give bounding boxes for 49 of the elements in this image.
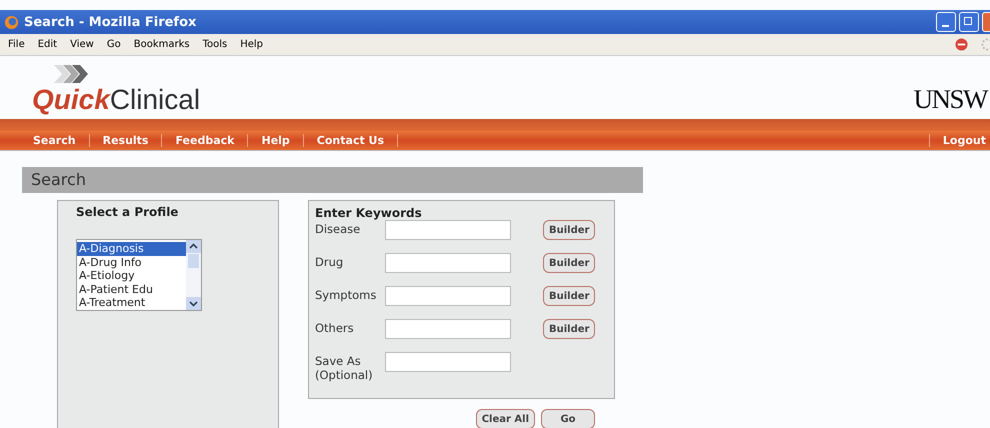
firefox-icon <box>4 14 19 30</box>
input-field[interactable] <box>385 253 511 273</box>
builder-button[interactable]: Builder <box>543 286 596 306</box>
input-field[interactable] <box>385 319 511 339</box>
input-field[interactable] <box>385 286 511 306</box>
menu-item[interactable]: Help <box>240 39 264 50</box>
unsw-logo: UNSW <box>914 84 987 115</box>
go-button[interactable]: Go <box>541 409 595 428</box>
builder-button[interactable]: Builder <box>543 220 596 240</box>
profile-listbox[interactable]: A-Diagnosis A-Drug Info A-Etiology A-Patient Edu A-Treatment <box>76 239 202 311</box>
nav-link[interactable]: Results <box>90 134 162 147</box>
field-label: Drug <box>315 254 344 269</box>
logout-link[interactable]: Logout <box>928 134 990 147</box>
menu-item[interactable]: Bookmarks <box>134 39 190 50</box>
nav-link[interactable]: Search <box>20 134 90 147</box>
restore-button[interactable] <box>959 12 979 32</box>
stop-icon[interactable] <box>955 38 968 51</box>
input-field[interactable] <box>385 352 511 372</box>
minimize-button[interactable] <box>936 12 956 32</box>
nav-link[interactable]: Feedback <box>162 134 248 147</box>
scroll-thumb[interactable] <box>188 254 199 268</box>
menu-item[interactable]: View <box>70 39 94 50</box>
input-field[interactable] <box>385 220 511 240</box>
quickclinical-logo: QuickClinical <box>32 85 200 115</box>
field-label: Disease <box>315 221 362 236</box>
builder-button[interactable]: Builder <box>543 319 596 339</box>
profile-option[interactable]: A-Diagnosis <box>77 242 186 256</box>
scroll-down-icon[interactable] <box>186 297 201 310</box>
nav-link[interactable]: Contact Us <box>304 134 398 147</box>
profile-option[interactable]: A-Drug Info <box>77 256 186 269</box>
menu-item[interactable]: File <box>8 39 25 50</box>
clear-all-button[interactable]: Clear All <box>476 409 535 428</box>
nav-link[interactable]: Help <box>248 134 304 147</box>
panel-header: Search <box>22 167 643 193</box>
builder-button[interactable]: Builder <box>543 253 596 273</box>
menu-item[interactable]: Go <box>106 39 121 50</box>
field-label: Symptoms <box>315 287 378 302</box>
field-label: Others <box>315 320 355 335</box>
profile-option[interactable]: A-Etiology <box>77 269 186 282</box>
profile-heading: Select a Profile <box>76 205 180 219</box>
profile-option[interactable]: A-Treatment <box>77 296 186 310</box>
keywords-heading: Enter Keywords <box>315 206 423 220</box>
field-label: Save As (Optional) <box>315 353 374 382</box>
menu-item[interactable]: Tools <box>202 39 228 50</box>
scrollbar[interactable] <box>186 240 201 310</box>
scroll-up-icon[interactable] <box>186 240 201 253</box>
window-title: Search - Mozilla Firefox <box>24 14 196 30</box>
menu-item[interactable]: Edit <box>38 39 58 50</box>
profile-option[interactable]: A-Patient Edu <box>77 282 186 296</box>
